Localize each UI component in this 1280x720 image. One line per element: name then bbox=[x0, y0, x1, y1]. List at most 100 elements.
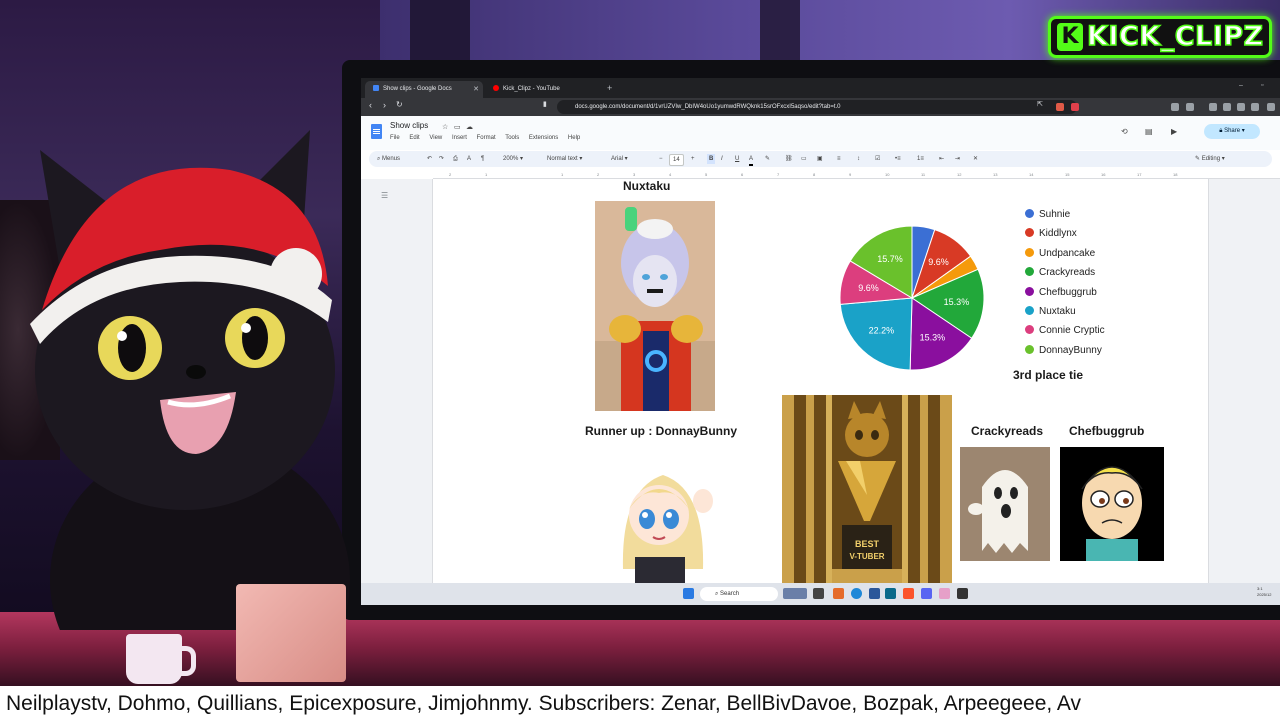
underline-icon[interactable]: U bbox=[735, 154, 739, 164]
third-place-name-2: Chefbuggrub bbox=[1069, 424, 1145, 438]
decrease-font-icon[interactable]: − bbox=[659, 154, 663, 164]
extension-icon[interactable] bbox=[1171, 103, 1179, 111]
document-title[interactable]: Show clips bbox=[390, 121, 428, 130]
app-icon[interactable] bbox=[833, 588, 844, 599]
close-tab-icon[interactable]: ✕ bbox=[473, 81, 479, 98]
ruler-tick: 18 bbox=[1173, 172, 1178, 177]
menu-insert[interactable]: Insert bbox=[452, 135, 467, 141]
extension-icon[interactable] bbox=[1186, 103, 1194, 111]
share-button[interactable]: 🔒︎ Share ▾ bbox=[1204, 124, 1260, 139]
menu-view[interactable]: View bbox=[429, 135, 442, 141]
legend-item: Crackyreads bbox=[1025, 263, 1145, 282]
third-place-heading: 3rd place tie bbox=[1013, 368, 1084, 382]
app-icon[interactable] bbox=[885, 588, 896, 599]
checklist-icon[interactable]: ☑ bbox=[875, 154, 880, 164]
ticker-text: Neilplaystv, Dohmo, Quillians, Epicexpos… bbox=[6, 692, 1082, 715]
taskbar-search[interactable]: ⌕ Search bbox=[700, 587, 778, 601]
menu-tools[interactable]: Tools bbox=[505, 135, 519, 141]
app-icon[interactable] bbox=[869, 588, 880, 599]
menu-icon[interactable] bbox=[1267, 103, 1275, 111]
font-select[interactable]: Arial ▾ bbox=[611, 154, 628, 164]
app-icon[interactable] bbox=[939, 588, 950, 599]
new-tab-button[interactable]: + bbox=[607, 81, 612, 96]
redo-icon[interactable]: ↷ bbox=[439, 154, 444, 164]
minimize-icon[interactable]: – bbox=[1239, 82, 1243, 89]
style-select[interactable]: Normal text ▾ bbox=[547, 154, 582, 164]
extension-icon[interactable] bbox=[1251, 103, 1259, 111]
legend-label: Connie Cryptic bbox=[1039, 325, 1105, 337]
decrease-indent-icon[interactable]: ⇤ bbox=[939, 154, 944, 164]
legend-label: DonnayBunny bbox=[1039, 344, 1102, 356]
discord-icon[interactable] bbox=[921, 588, 932, 599]
version-history-icon[interactable]: ⟲ bbox=[1121, 127, 1128, 136]
paint-format-icon[interactable]: ¶ bbox=[481, 154, 484, 164]
increase-font-icon[interactable]: + bbox=[691, 154, 695, 164]
cat-vtuber-avatar bbox=[30, 130, 350, 630]
editing-mode-select[interactable]: ✎ Editing ▾ bbox=[1195, 154, 1225, 164]
tab-youtube[interactable]: Kick_Clipz - YouTube bbox=[485, 81, 603, 98]
comments-icon[interactable]: ▤ bbox=[1145, 127, 1153, 136]
tab-google-docs[interactable]: Show clips - Google Docs ✕ bbox=[365, 81, 483, 98]
menu-format[interactable]: Format bbox=[477, 135, 496, 141]
text-color-icon[interactable]: A bbox=[749, 154, 754, 166]
obs-icon[interactable] bbox=[957, 588, 968, 599]
url-field[interactable]: docs.google.com/document/d/1vrUZVIw_DbIW… bbox=[557, 100, 1077, 114]
document-canvas[interactable]: ☰ Nuxtaku 9.6% 15.3% 15.3% 22.2% 9.6% 15… bbox=[361, 179, 1280, 583]
align-icon[interactable]: ≡ bbox=[837, 154, 841, 164]
google-docs-icon bbox=[373, 85, 379, 92]
legend-item: Suhnie bbox=[1025, 205, 1145, 224]
ruler-tick: 7 bbox=[777, 172, 780, 177]
cartoon-avatar-image bbox=[1060, 447, 1164, 561]
zoom-select[interactable]: 200% ▾ bbox=[503, 154, 523, 164]
move-folder-icon[interactable]: ▭ bbox=[454, 123, 461, 131]
link-icon[interactable]: ⛓ bbox=[785, 154, 793, 164]
reload-icon[interactable]: ↻ bbox=[396, 100, 403, 109]
italic-icon[interactable]: I bbox=[721, 154, 723, 164]
meet-icon[interactable]: ▶ bbox=[1171, 127, 1177, 136]
line-spacing-icon[interactable]: ↕ bbox=[857, 154, 860, 164]
numbered-list-icon[interactable]: 1≡ bbox=[917, 154, 924, 164]
font-size-field[interactable]: 14 bbox=[669, 154, 684, 166]
search-menus-field[interactable]: ⌕ Menus bbox=[377, 154, 400, 164]
back-icon[interactable]: ‹ bbox=[369, 100, 372, 110]
task-view-icon[interactable] bbox=[813, 588, 824, 599]
forward-icon[interactable]: › bbox=[383, 100, 386, 110]
restore-icon[interactable]: ▫ bbox=[1261, 82, 1263, 89]
extension-icon[interactable] bbox=[1223, 103, 1231, 111]
clear-format-icon[interactable]: ✕ bbox=[973, 154, 978, 164]
spellcheck-icon[interactable]: A bbox=[467, 154, 471, 164]
highlight-icon[interactable]: ✎ bbox=[765, 154, 770, 164]
star-icon[interactable]: ☆ bbox=[442, 123, 448, 131]
ruler-tick: 13 bbox=[993, 172, 998, 177]
extension-icon[interactable] bbox=[1209, 103, 1217, 111]
brave-rewards-icon[interactable] bbox=[1071, 103, 1079, 111]
menu-file[interactable]: File bbox=[390, 135, 400, 141]
brave-icon[interactable] bbox=[903, 588, 914, 599]
brave-shield-icon[interactable] bbox=[1056, 103, 1064, 111]
extension-icon[interactable] bbox=[1237, 103, 1245, 111]
document-outline-icon[interactable]: ☰ bbox=[381, 191, 388, 200]
comment-icon[interactable]: ▭ bbox=[801, 154, 807, 164]
share-page-icon[interactable]: ⇱ bbox=[1037, 100, 1043, 108]
bullet-list-icon[interactable]: •≡ bbox=[895, 154, 901, 164]
ruler-tick: 16 bbox=[1101, 172, 1106, 177]
undo-icon[interactable]: ↶ bbox=[427, 154, 432, 164]
print-icon[interactable]: ⎙ bbox=[453, 154, 458, 164]
winner-heading: Nuxtaku bbox=[623, 179, 671, 193]
windows-start-icon[interactable] bbox=[683, 588, 694, 599]
document-page[interactable]: Nuxtaku 9.6% 15.3% 15.3% 22.2% 9.6% 15.7… bbox=[432, 179, 1209, 583]
bookmark-icon[interactable]: ▮ bbox=[543, 100, 547, 108]
taskbar-clock[interactable]: 3:1 2025/12 bbox=[1257, 586, 1271, 598]
menu-edit[interactable]: Edit bbox=[409, 135, 419, 141]
increase-indent-icon[interactable]: ⇥ bbox=[955, 154, 960, 164]
menu-help[interactable]: Help bbox=[568, 135, 580, 141]
ruler-tick: 2 bbox=[597, 172, 600, 177]
widgets-icon[interactable] bbox=[783, 588, 807, 599]
image-icon[interactable]: ▣ bbox=[817, 154, 823, 164]
menu-extensions[interactable]: Extensions bbox=[529, 135, 558, 141]
ruler-tick: 12 bbox=[957, 172, 962, 177]
ruler-tick: 10 bbox=[885, 172, 890, 177]
bold-icon[interactable]: B bbox=[707, 154, 716, 164]
edge-icon[interactable] bbox=[851, 588, 862, 599]
legend-item: DonnayBunny bbox=[1025, 341, 1145, 360]
